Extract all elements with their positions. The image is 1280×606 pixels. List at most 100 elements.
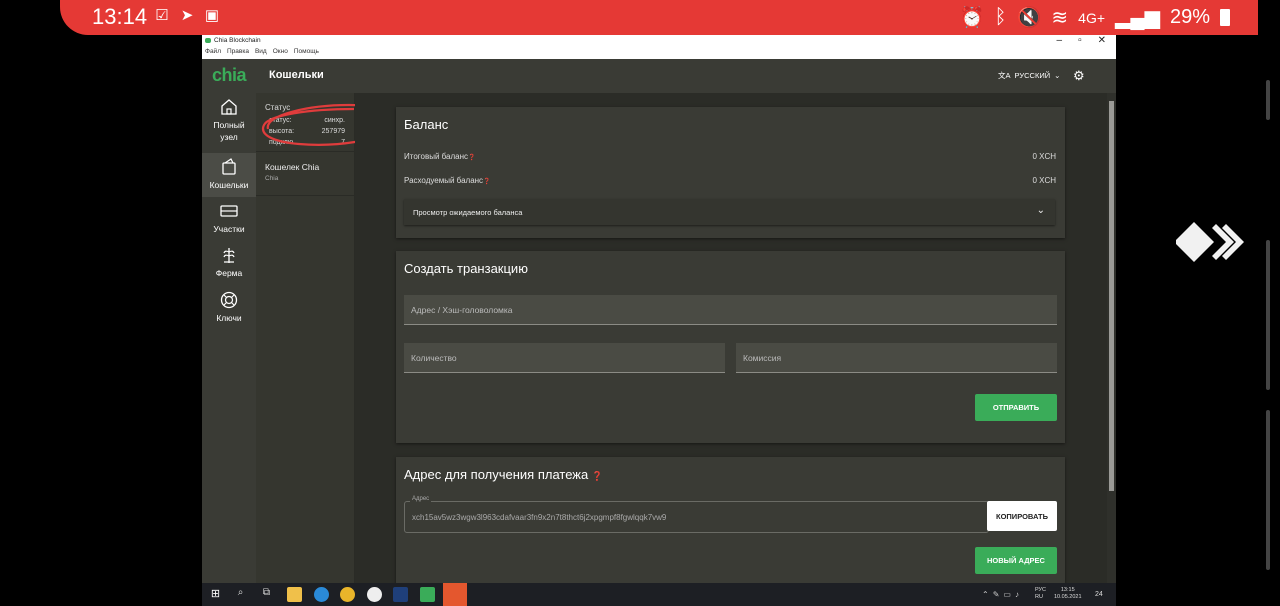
pending-balance-toggle[interactable]: Просмотр ожидаемого баланса ⌄: [404, 199, 1055, 225]
sidebar-item-farm[interactable]: Ферма: [202, 245, 256, 285]
spendable-balance-value: 0 XCH: [1032, 176, 1056, 185]
sidebar-item-label: Полный: [213, 120, 245, 130]
sidebar-item-label: Участки: [213, 224, 245, 234]
viewer-scrollbar[interactable]: [1264, 80, 1272, 580]
info-icon[interactable]: ❓: [483, 179, 490, 185]
taskbar-date: 10.05.2021: [1054, 594, 1082, 600]
network-icon[interactable]: ▭: [1003, 590, 1011, 599]
pen-icon[interactable]: ✎: [993, 590, 1000, 599]
edge-icon[interactable]: [314, 587, 329, 602]
maximize-button[interactable]: ▫: [1078, 35, 1082, 46]
powershell-icon[interactable]: [393, 587, 408, 602]
window-title: Chia Blockchain: [214, 37, 261, 44]
task-view-icon[interactable]: ⧉: [259, 587, 274, 602]
sidebar-item-plots[interactable]: Участки: [202, 201, 256, 241]
app-header: chia Кошельки 文A РУССКИЙ ⌄ ⚙: [202, 59, 1116, 93]
fee-field[interactable]: [736, 343, 1057, 373]
new-address-button[interactable]: НОВЫЙ АДРЕС: [975, 547, 1057, 574]
balance-card: Баланс Итоговый баланс❓ 0 XCH Расходуемы…: [396, 107, 1065, 238]
receive-address-field[interactable]: Адрес xch15av5wz3wgw3l963cdafvaar3fn9x2n…: [404, 496, 989, 533]
language-label: РУССКИЙ: [1014, 71, 1051, 80]
close-button[interactable]: ✕: [1098, 35, 1106, 46]
minimize-button[interactable]: –: [1057, 35, 1063, 46]
menu-view[interactable]: Вид: [255, 48, 267, 55]
pending-balance-label: Просмотр ожидаемого баланса: [413, 208, 523, 217]
sidebar-item-wallets[interactable]: Кошельки: [202, 153, 256, 197]
windows-taskbar: ⊞ ⌕ ⧉ ⌃ ✎ ▭ ♪ РУС RU 13:15 10.05.2021 24: [202, 583, 1116, 606]
notification-center-icon[interactable]: 24: [1095, 591, 1103, 598]
amount-field[interactable]: [404, 343, 725, 373]
gallery-icon: ▣: [204, 7, 220, 24]
input-language-line1: РУС: [1035, 587, 1047, 593]
yandex-browser-icon[interactable]: [367, 587, 382, 602]
send-button[interactable]: ОТПРАВИТЬ: [975, 394, 1057, 421]
lifebuoy-icon: [220, 291, 238, 309]
address-input[interactable]: [404, 295, 1057, 324]
window-titlebar: Chia Blockchain Файл Правка Вид Окно Пом…: [202, 35, 1116, 59]
page-title: Кошельки: [269, 69, 324, 81]
input-language-line2: RU: [1035, 594, 1043, 600]
main-content: Баланс Итоговый баланс❓ 0 XCH Расходуемы…: [355, 93, 1107, 583]
balance-title: Баланс: [404, 117, 449, 132]
menu-file[interactable]: Файл: [205, 48, 221, 55]
input-language[interactable]: РУС RU: [1035, 587, 1046, 601]
help-icon[interactable]: ❓: [592, 471, 603, 481]
file-explorer-icon[interactable]: [287, 587, 302, 602]
chia-app-icon: [205, 38, 211, 43]
translate-icon: 文A: [998, 71, 1011, 80]
window-scrollbar[interactable]: [1107, 93, 1116, 583]
receive-title: Адрес для получения платежа ❓: [404, 467, 604, 482]
address-field-label: Адрес: [410, 496, 432, 502]
storage-icon: [220, 205, 238, 217]
chia-taskbar-icon[interactable]: [420, 587, 435, 602]
fee-input[interactable]: [736, 343, 1057, 372]
screen-recorder-icon[interactable]: [443, 583, 467, 606]
sidebar-item-full-node[interactable]: Полный узел: [202, 95, 256, 151]
sidebar-item-label: Ключи: [216, 313, 242, 323]
anydesk-icon[interactable]: [1176, 218, 1246, 266]
system-tray: ⌃ ✎ ▭ ♪: [982, 590, 1019, 599]
total-balance-label: Итоговый баланс❓: [404, 152, 476, 161]
taskbar-clock[interactable]: 13:15 10.05.2021: [1054, 587, 1082, 601]
amount-input[interactable]: [404, 343, 725, 372]
home-icon: [221, 99, 237, 115]
menu-window[interactable]: Окно: [273, 48, 288, 55]
settings-gear-icon[interactable]: ⚙: [1073, 68, 1085, 84]
chrome-icon[interactable]: [340, 587, 355, 602]
sidebar-item-keys[interactable]: Ключи: [202, 290, 256, 330]
network-type: 4G+: [1078, 9, 1106, 26]
search-icon[interactable]: ⌕: [233, 587, 248, 602]
battery-icon: [1220, 9, 1230, 26]
wallet-item-chia[interactable]: Кошелек Chia Chia: [256, 153, 354, 196]
wallet-type: Chia: [265, 175, 279, 182]
chia-logo: chia: [212, 65, 247, 85]
copy-button[interactable]: КОПИРОВАТЬ: [987, 501, 1057, 531]
chevron-down-icon: ⌄: [1036, 205, 1045, 216]
info-icon[interactable]: ❓: [468, 155, 475, 161]
language-selector[interactable]: 文A РУССКИЙ ⌄: [998, 70, 1060, 81]
windows-start-icon[interactable]: ⊞: [208, 587, 223, 602]
phone-clock: 13:14: [92, 4, 148, 29]
phone-status-bar: 13:14 ☑ ➤ ▣ ⏰ ᛒ 🔇 ≋ 4G+ ▂▄▆ 29%: [0, 0, 1280, 36]
menu-edit[interactable]: Правка: [227, 48, 249, 55]
chia-window: Chia Blockchain Файл Правка Вид Окно Пом…: [202, 35, 1116, 583]
wifi-icon: ≋: [1051, 7, 1069, 29]
receive-address-card: Адрес для получения платежа ❓ Адрес xch1…: [396, 457, 1065, 583]
volume-icon[interactable]: ♪: [1015, 590, 1019, 599]
farm-icon: [223, 248, 235, 263]
menu-bar: Файл Правка Вид Окно Помощь: [205, 48, 319, 55]
taskbar-time: 13:15: [1060, 587, 1075, 593]
menu-help[interactable]: Помощь: [294, 48, 319, 55]
battery-percent: 29%: [1169, 6, 1210, 28]
address-field[interactable]: [404, 295, 1057, 325]
total-balance-value: 0 XCH: [1032, 152, 1056, 161]
tray-chevron-icon[interactable]: ⌃: [982, 590, 989, 599]
mute-icon: 🔇: [1016, 7, 1042, 29]
bluetooth-icon: ᛒ: [994, 6, 1007, 28]
transaction-title: Создать транзакцию: [404, 261, 528, 276]
receive-address-value[interactable]: xch15av5wz3wgw3l963cdafvaar3fn9x2n7t8thc…: [412, 513, 666, 522]
chevron-down-icon: ⌄: [1054, 71, 1061, 80]
sidebar-item-label-2: узел: [220, 132, 238, 142]
wallet-name: Кошелек Chia: [265, 162, 320, 172]
wallet-icon: [222, 158, 236, 175]
